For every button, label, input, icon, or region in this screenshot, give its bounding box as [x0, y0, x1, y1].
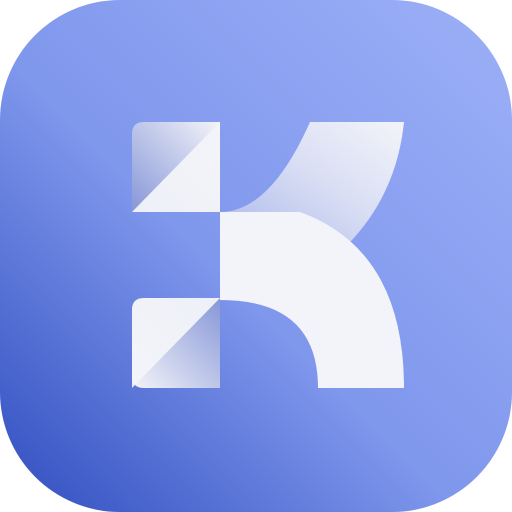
k-top-stem-block — [132, 122, 220, 212]
app-icon — [0, 0, 512, 512]
k-logo-icon — [0, 0, 512, 512]
k-bottom-stem-block — [132, 298, 220, 388]
